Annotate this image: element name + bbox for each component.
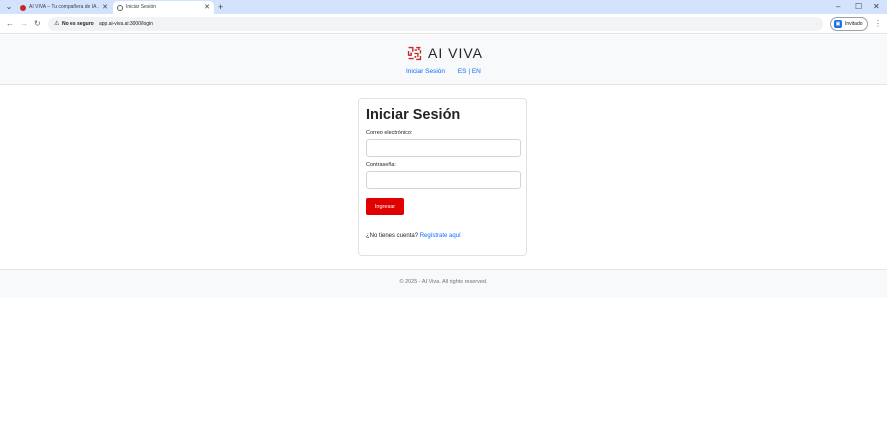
login-card: Iniciar Sesión Correo electrónico: Contr… (358, 98, 527, 256)
reload-button[interactable]: ↻ (34, 18, 41, 30)
brand-name: AI VIVA (428, 44, 483, 61)
browser-menu-icon[interactable]: ⋮ (874, 18, 882, 30)
tab-search-icon[interactable]: ⌄ (4, 2, 14, 12)
new-tab-button[interactable]: + (218, 0, 223, 14)
lang-es-link[interactable]: ES (458, 68, 467, 75)
tab-title: AI VIVA – Tu compañera de IA ... (29, 4, 99, 10)
close-window-button[interactable]: ✕ (873, 0, 880, 14)
warning-icon[interactable]: ⚠ (54, 19, 59, 29)
minimize-button[interactable]: – (836, 0, 840, 14)
url-text[interactable]: app.ai-viva.ai:3000/login (99, 19, 153, 29)
site-footer: © 2025 - AI Viva. All rights reserved. (0, 269, 887, 298)
header-nav: Iniciar Sesión ES | EN (406, 68, 481, 75)
login-title: Iniciar Sesión (366, 107, 461, 123)
globe-favicon-icon (117, 5, 123, 11)
site-favicon-icon (20, 5, 26, 11)
copyright-text: © 2025 - AI Viva. All rights reserved. (399, 279, 488, 285)
brand-link[interactable]: AI VIVA (406, 44, 483, 62)
login-button[interactable]: Ingresar (366, 198, 404, 215)
site-header: AI VIVA Iniciar Sesión ES | EN (0, 35, 887, 85)
register-prompt: ¿No tienes cuenta? Regístrate aquí (366, 233, 461, 239)
tab-ai-viva[interactable]: AI VIVA – Tu compañera de IA ... ✕ (16, 1, 112, 14)
password-label: Contraseña: (366, 162, 396, 168)
maximize-button[interactable]: ☐ (855, 0, 862, 14)
profile-label: Invitado (845, 21, 863, 27)
tab-title: Iniciar Sesión (126, 4, 157, 10)
back-button[interactable]: ← (6, 18, 14, 30)
tab-close-icon[interactable]: ✕ (102, 1, 108, 14)
language-switcher: ES | EN (458, 68, 481, 75)
id-card-icon: ▣ (834, 20, 842, 28)
register-link[interactable]: Regístrate aquí (420, 233, 461, 239)
email-label: Correo electrónico: (366, 130, 413, 136)
browser-toolbar: ← → ↻ ⚠ No es seguro app.ai-viva.ai:3000… (0, 14, 887, 34)
no-account-text: ¿No tienes cuenta? (366, 233, 419, 239)
address-bar[interactable]: ⚠ No es seguro app.ai-viva.ai:3000/login (48, 17, 823, 31)
ai-viva-logo-icon (407, 46, 422, 60)
tab-close-icon[interactable]: ✕ (204, 1, 210, 14)
tab-strip: ⌄ AI VIVA – Tu compañera de IA ... ✕ Ini… (0, 0, 887, 14)
password-field[interactable] (366, 171, 521, 189)
tab-iniciar-sesion[interactable]: Iniciar Sesión ✕ (113, 1, 214, 14)
forward-button[interactable]: → (20, 18, 28, 30)
security-status[interactable]: No es seguro (62, 19, 94, 29)
profile-button[interactable]: ▣ Invitado (830, 17, 868, 31)
email-field[interactable] (366, 139, 521, 157)
lang-en-link[interactable]: EN (472, 68, 481, 75)
nav-login-link[interactable]: Iniciar Sesión (406, 68, 445, 75)
